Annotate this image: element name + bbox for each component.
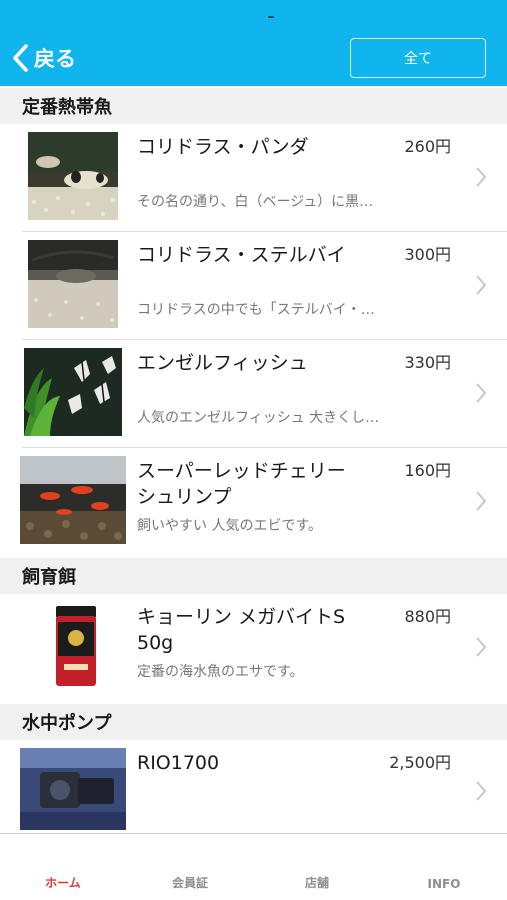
chevron-right-icon <box>476 637 487 657</box>
item-price: 160円 <box>404 461 451 480</box>
tab-stores[interactable]: 店舗 <box>254 834 380 900</box>
item-name: キョーリン メガバイトS 50g <box>137 606 346 654</box>
tab-membership-card[interactable]: 会員証 <box>127 834 253 900</box>
angelfish-photo <box>24 348 122 436</box>
tab-bar: ホーム 会員証 店舗 INFO <box>0 833 507 900</box>
item-name: コリドラス・ステルバイ <box>137 244 346 266</box>
item-price: 2,500円 <box>389 753 451 772</box>
water-pump-photo <box>20 748 126 830</box>
food-container-photo <box>48 602 104 690</box>
back-button[interactable]: 戻る <box>10 40 76 76</box>
status-bar <box>0 0 507 30</box>
item-name: RIO1700 <box>137 752 220 774</box>
item-price: 260円 <box>404 137 451 156</box>
list-item[interactable]: スーパーレッドチェリーシュリンプ 160円 飼いやすい 人気のエビです。 <box>0 448 507 556</box>
chevron-left-icon <box>13 44 28 72</box>
item-description: その名の通り、白（ベージュ）に黒… <box>137 194 374 210</box>
list-item[interactable]: コリドラス・パンダ 260円 その名の通り、白（ベージュ）に黒… <box>0 124 507 232</box>
item-description: コリドラスの中でも「ステルバイ・… <box>137 302 375 318</box>
section-header-fish-food: 飼育餌 <box>0 558 507 594</box>
section-header-water-pump: 水中ポンプ <box>0 704 507 740</box>
list-item[interactable]: コリドラス・ステルバイ 300円 コリドラスの中でも「ステルバイ・… <box>0 232 507 340</box>
all-button[interactable]: 全て <box>350 38 486 78</box>
item-name: エンゼルフィッシュ <box>137 352 308 374</box>
back-label: 戻る <box>34 47 76 71</box>
corydoras-panda-photo <box>28 132 118 220</box>
item-name: コリドラス・パンダ <box>137 136 309 158</box>
red-cherry-shrimp-photo <box>20 456 126 544</box>
item-description: 飼いやすい 人気のエビです。 <box>137 518 323 534</box>
chevron-right-icon <box>476 383 487 403</box>
list-item[interactable]: エンゼルフィッシュ 330円 人気のエンゼルフィッシュ 大きくし… <box>0 340 507 448</box>
corydoras-sterbai-photo <box>28 240 118 328</box>
item-description: 定番の海水魚のエサです。 <box>137 664 304 680</box>
chevron-right-icon <box>476 167 487 187</box>
chevron-right-icon <box>476 275 487 295</box>
status-indicator <box>268 16 274 18</box>
item-price: 330円 <box>404 353 451 372</box>
navigation-bar: 戻る 全て <box>0 30 507 86</box>
item-description: 人気のエンゼルフィッシュ 大きくし… <box>137 410 380 426</box>
list-item[interactable]: キョーリン メガバイトS 50g 880円 定番の海水魚のエサです。 <box>0 594 507 702</box>
section-header-tropical-fish: 定番熱帯魚 <box>0 88 507 124</box>
chevron-right-icon <box>476 491 487 511</box>
item-price: 300円 <box>404 245 451 264</box>
list-item[interactable]: RIO1700 2,500円 <box>0 740 507 832</box>
chevron-right-icon <box>476 781 487 801</box>
item-name: スーパーレッドチェリーシュリンプ <box>137 460 346 508</box>
tab-home[interactable]: ホーム <box>0 834 126 900</box>
tab-info[interactable]: INFO <box>381 834 507 900</box>
item-price: 880円 <box>404 607 451 626</box>
